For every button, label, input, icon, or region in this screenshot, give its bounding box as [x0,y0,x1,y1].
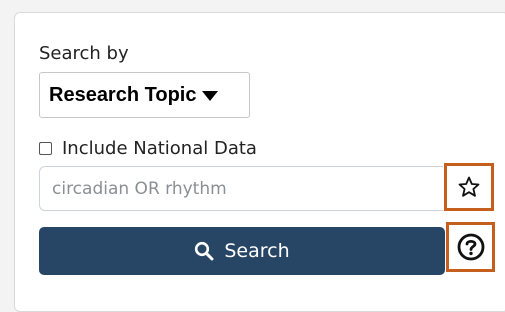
search-by-label: Search by [39,43,129,64]
help-button[interactable] [446,222,495,272]
search-icon [194,241,214,261]
search-button[interactable]: Search [39,227,445,275]
include-national-label[interactable]: Include National Data [62,138,257,159]
chevron-down-icon [202,91,219,101]
include-national-row[interactable]: Include National Data [39,138,257,159]
search-by-select[interactable]: Research Topic [39,72,250,118]
search-by-selected-value: Research Topic [49,83,197,106]
include-national-checkbox[interactable] [39,142,52,155]
search-input[interactable] [39,166,443,211]
favorite-button[interactable] [444,163,494,211]
search-button-label: Search [224,240,290,262]
help-circle-icon [457,233,484,261]
star-icon [458,176,480,197]
